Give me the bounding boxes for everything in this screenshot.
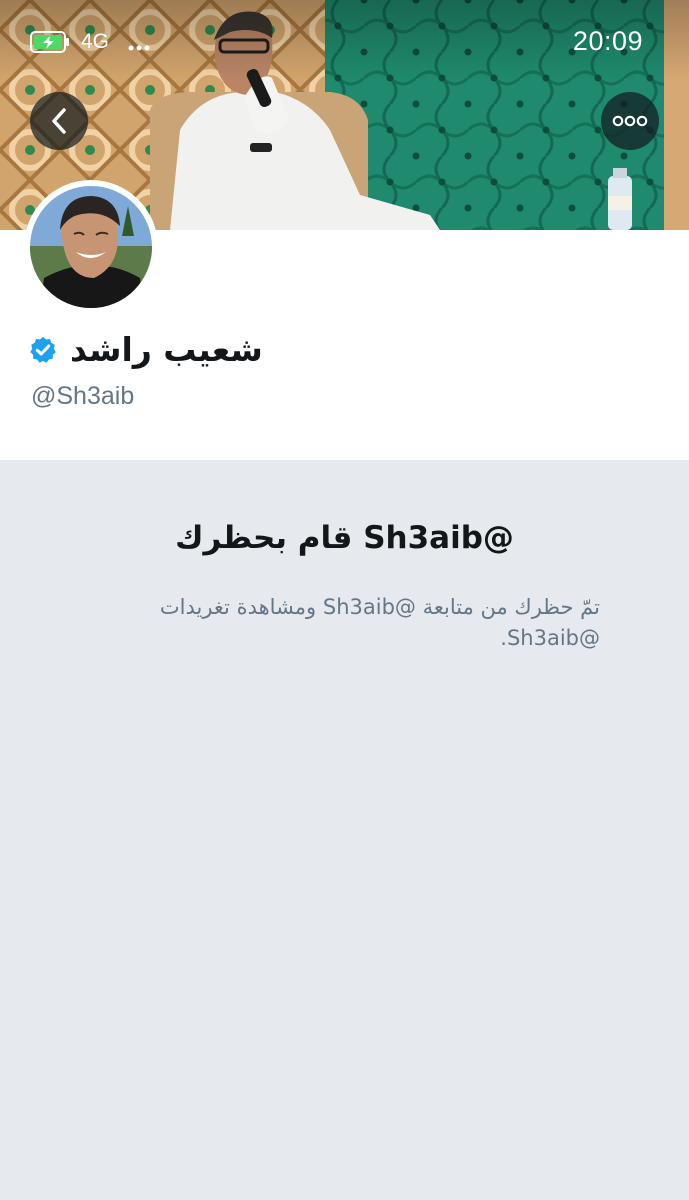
blocked-message: تمّ حظرك من متابعة @Sh3aib ومشاهدة تغريد… [159,595,600,650]
signal-dots-icon [128,45,150,51]
display-name: شعيب راشد [70,330,263,369]
avatar-image [30,186,152,308]
avatar[interactable] [24,180,158,314]
more-options-button[interactable] [601,92,659,150]
status-time: 20:09 [572,26,643,56]
verified-badge-icon [30,336,56,363]
status-bar: 4G 20:09 [0,0,689,84]
more-options-icon [612,115,648,127]
profile-handle: @Sh3aib [31,382,135,410]
back-button[interactable] [30,92,88,150]
chevron-left-icon [52,108,66,134]
network-type: 4G [81,30,110,53]
profile-name-row: شعيب راشد [28,330,263,369]
battery-charging-icon [30,31,69,53]
blocked-notice: @Sh3aib قام بحظرك تمّ حظرك من متابعة @Sh… [0,460,689,1200]
blocked-title: @Sh3aib قام بحظرك [175,520,514,556]
